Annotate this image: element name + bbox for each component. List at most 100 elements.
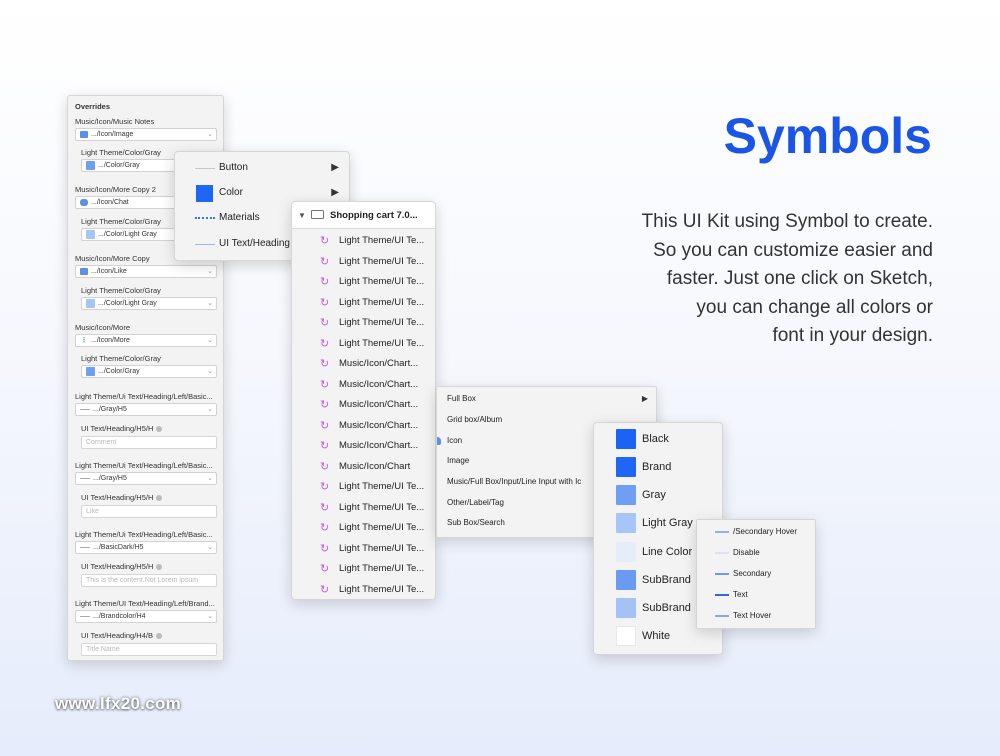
color-swatch <box>616 457 636 477</box>
symbol-list-item[interactable]: ↻ Light Theme/UI Te... <box>292 477 435 497</box>
symbol-list-item-label: Light Theme/UI Te... <box>339 584 425 595</box>
symbol-list-item[interactable]: ↻ Light Theme/UI Te... <box>292 559 435 579</box>
override-text-input[interactable]: Like <box>81 505 217 518</box>
color-item-label: Light Gray <box>642 517 693 529</box>
style-preview-line <box>195 217 215 219</box>
symbol-list-item-label: Music/Icon/Chart <box>339 461 411 472</box>
override-select[interactable]: .../BasicDark/H5 ⌄ <box>75 541 217 554</box>
menu-item-label: Image <box>447 456 470 465</box>
override-select-value: .../Brandcolor/H4 <box>93 613 146 620</box>
override-label-text: UI Text/Heading/H5/H <box>81 424 154 433</box>
menu-item-text[interactable]: Text <box>697 585 815 605</box>
chevron-down-icon: ⌄ <box>207 300 213 307</box>
color-line <box>715 615 729 617</box>
symbol-list-item-label: Light Theme/UI Te... <box>339 502 425 513</box>
override-select[interactable]: .../Icon/Like ⌄ <box>75 265 217 278</box>
menu-item-secondary[interactable]: Secondary <box>697 564 815 584</box>
color-item-label: Black <box>642 433 669 445</box>
menu-item-label: Sub Box/Search <box>447 518 505 527</box>
menu-item-label: Grid box/Album <box>447 415 503 424</box>
symbol-list-item[interactable]: ↻ Light Theme/UI Te... <box>292 313 435 333</box>
menu-item-label: UI Text/Heading <box>219 238 290 249</box>
info-icon <box>156 495 163 502</box>
symbol-list-item[interactable]: ↻ Music/Icon/Chart... <box>292 436 435 456</box>
override-select[interactable]: .../Gray/H5 ⌄ <box>75 403 217 416</box>
symbol-list-item[interactable]: ↻ Light Theme/UI Te... <box>292 293 435 313</box>
color-item-brand[interactable]: Brand <box>594 453 722 481</box>
symbol-list-item-label: Music/Icon/Chart... <box>339 399 419 410</box>
symbol-icon: ↻ <box>320 235 330 247</box>
symbol-list-item[interactable]: ↻ Light Theme/UI Te... <box>292 252 435 272</box>
like-icon <box>80 267 88 275</box>
symbol-icon: ↻ <box>320 440 330 452</box>
override-select[interactable]: .../Gray/H5 ⌄ <box>75 472 217 485</box>
menu-item-text-hover[interactable]: Text Hover <box>697 606 815 626</box>
symbol-list-item[interactable]: ↻ Light Theme/UI Te... <box>292 272 435 292</box>
symbol-list-item[interactable]: ↻ Light Theme/UI Te... <box>292 539 435 559</box>
color-item-gray[interactable]: Gray <box>594 481 722 509</box>
override-select-value: .../Icon/More <box>91 337 130 344</box>
style-preview-line <box>195 244 215 245</box>
color-item-label: Line Color <box>642 546 693 558</box>
symbol-list-item[interactable]: ↻ Music/Icon/Chart <box>292 457 435 477</box>
image-icon <box>80 130 88 138</box>
chevron-down-icon: ⌄ <box>207 268 213 275</box>
override-text-input[interactable]: Title Name <box>81 643 217 656</box>
menu-item-secondary-hover[interactable]: /Secondary Hover <box>697 522 815 542</box>
color-line <box>715 594 729 596</box>
menu-item-label: Button <box>219 162 248 173</box>
text-style-line <box>80 615 90 617</box>
hero-description: This UI Kit using Symbol to create. So y… <box>642 208 933 351</box>
menu-item-full-box[interactable]: Full Box ▶ <box>437 389 656 409</box>
symbol-list-item-label: Light Theme/UI Te... <box>339 235 425 246</box>
menu-item-button[interactable]: Button ▶ <box>175 158 349 178</box>
text-style-line <box>80 408 90 410</box>
shopping-cart-header[interactable]: ▼ Shopping cart 7.0... <box>292 202 435 229</box>
override-select-value: .../Color/Gray <box>98 162 140 169</box>
color-swatch <box>616 626 636 646</box>
symbol-list-item[interactable]: ↻ Music/Icon/Chart... <box>292 395 435 415</box>
override-label: Light Theme/Ui Text/Heading/Left/Basic..… <box>75 461 213 470</box>
symbol-list-item-label: Light Theme/UI Te... <box>339 256 425 267</box>
symbol-list-item-label: Music/Icon/Chart... <box>339 358 419 369</box>
color-swatch <box>86 160 95 170</box>
symbol-list-item[interactable]: ↻ Light Theme/UI Te... <box>292 518 435 538</box>
chevron-down-icon: ⌄ <box>207 406 213 413</box>
override-select[interactable]: .../Color/Light Gray ⌄ <box>81 297 217 310</box>
symbol-list-item[interactable]: ↻ Light Theme/UI Te... <box>292 231 435 251</box>
menu-item-label: Materials <box>219 212 260 223</box>
override-text-input[interactable]: This is the content.Not Lorem ipsum <box>81 574 217 587</box>
symbol-list-item[interactable]: ↻ Music/Icon/Chart... <box>292 354 435 374</box>
menu-item-color[interactable]: Color ▶ <box>175 183 349 203</box>
symbol-list-item[interactable]: ↻ Light Theme/UI Te... <box>292 498 435 518</box>
chevron-down-icon: ⌄ <box>207 337 213 344</box>
overrides-header: Overrides <box>75 102 111 111</box>
hero-description-line: This UI Kit using Symbol to create. <box>641 211 933 232</box>
symbol-icon: ↻ <box>320 420 330 432</box>
symbol-list-item-label: Light Theme/UI Te... <box>339 563 425 574</box>
symbol-list-item[interactable]: ↻ Light Theme/UI Te... <box>292 334 435 354</box>
color-swatch <box>616 485 636 505</box>
symbol-list-item[interactable]: ↻ Music/Icon/Chart... <box>292 416 435 436</box>
override-select[interactable]: .../Icon/Image ⌄ <box>75 128 217 141</box>
color-item-black[interactable]: Black <box>594 425 722 453</box>
info-icon <box>156 426 163 433</box>
more-icon: ⋮ <box>80 336 88 344</box>
override-select[interactable]: .../Brandcolor/H4 ⌄ <box>75 610 217 623</box>
symbol-list-item[interactable]: ↻ Light Theme/UI Te... <box>292 580 435 599</box>
symbol-icon: ↻ <box>320 317 330 329</box>
override-select[interactable]: ⋮ .../Icon/More ⌄ <box>75 334 217 347</box>
override-select-value: .../Icon/Chat <box>91 199 129 206</box>
color-swatch <box>86 229 95 239</box>
override-select[interactable]: .../Color/Gray ⌄ <box>81 365 217 378</box>
chevron-down-icon: ⌄ <box>207 613 213 620</box>
menu-item-disable[interactable]: Disable <box>697 543 815 563</box>
symbol-list-item[interactable]: ↻ Music/Icon/Chart... <box>292 375 435 395</box>
override-label: Light Theme/Color/Gray <box>81 217 161 226</box>
symbol-list-item-label: Light Theme/UI Te... <box>339 276 425 287</box>
override-label-text: UI Text/Heading/H5/H <box>81 493 154 502</box>
override-select-value: .../Icon/Image <box>91 131 134 138</box>
hero-description-line: faster. Just one click on Sketch, <box>666 268 933 289</box>
override-text-input[interactable]: Comment <box>81 436 217 449</box>
info-icon <box>156 564 163 571</box>
